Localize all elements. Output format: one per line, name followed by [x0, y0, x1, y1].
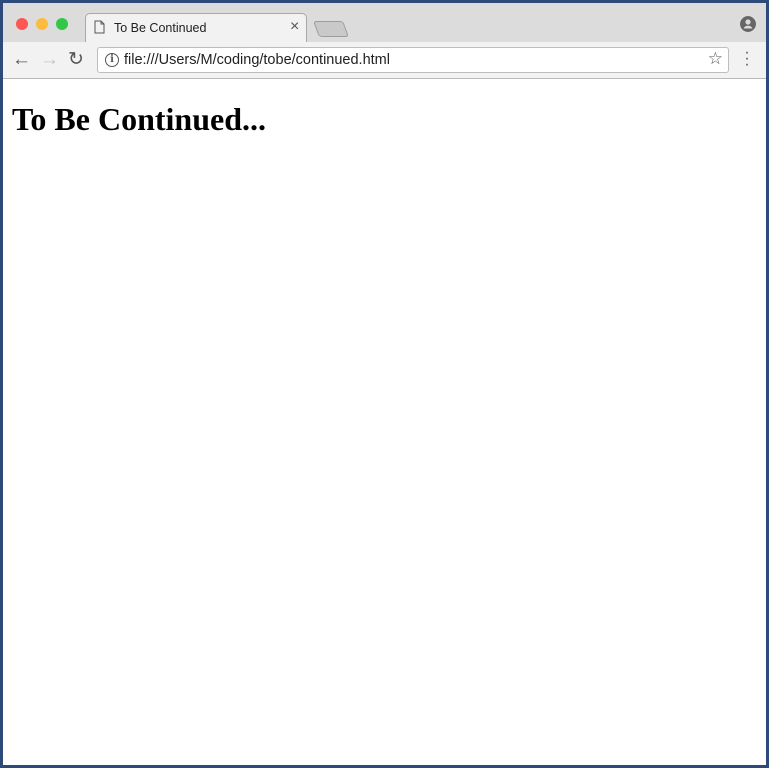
minimize-icon[interactable] — [36, 18, 48, 30]
url-text[interactable]: file:///Users/M/coding/tobe/continued.ht… — [124, 52, 390, 68]
close-window-icon[interactable] — [16, 18, 28, 30]
forward-icon[interactable]: → — [40, 48, 59, 72]
address-bar[interactable]: i file:///Users/M/coding/tobe/continued.… — [97, 47, 729, 73]
star-icon[interactable]: ☆ — [708, 49, 723, 69]
new-tab-icon[interactable] — [313, 21, 349, 37]
profile-icon[interactable] — [740, 16, 756, 32]
reload-icon[interactable]: ↻ — [68, 48, 84, 72]
info-icon[interactable]: i — [105, 53, 119, 67]
page-content: To Be Continued... — [3, 80, 766, 765]
tab-title: To Be Continued — [114, 21, 207, 35]
close-tab-icon[interactable]: × — [290, 18, 299, 36]
browser-window: To Be Continued × ← → ↻ i file:///Users/… — [3, 3, 766, 765]
zoom-icon[interactable] — [56, 18, 68, 30]
tab-bar: To Be Continued × — [3, 3, 766, 43]
menu-icon[interactable]: · · · — [742, 45, 752, 73]
back-icon[interactable]: ← — [12, 48, 31, 72]
page-icon — [94, 20, 105, 34]
toolbar: ← → ↻ i file:///Users/M/coding/tobe/cont… — [3, 42, 766, 79]
page-heading: To Be Continued... — [12, 101, 266, 137]
